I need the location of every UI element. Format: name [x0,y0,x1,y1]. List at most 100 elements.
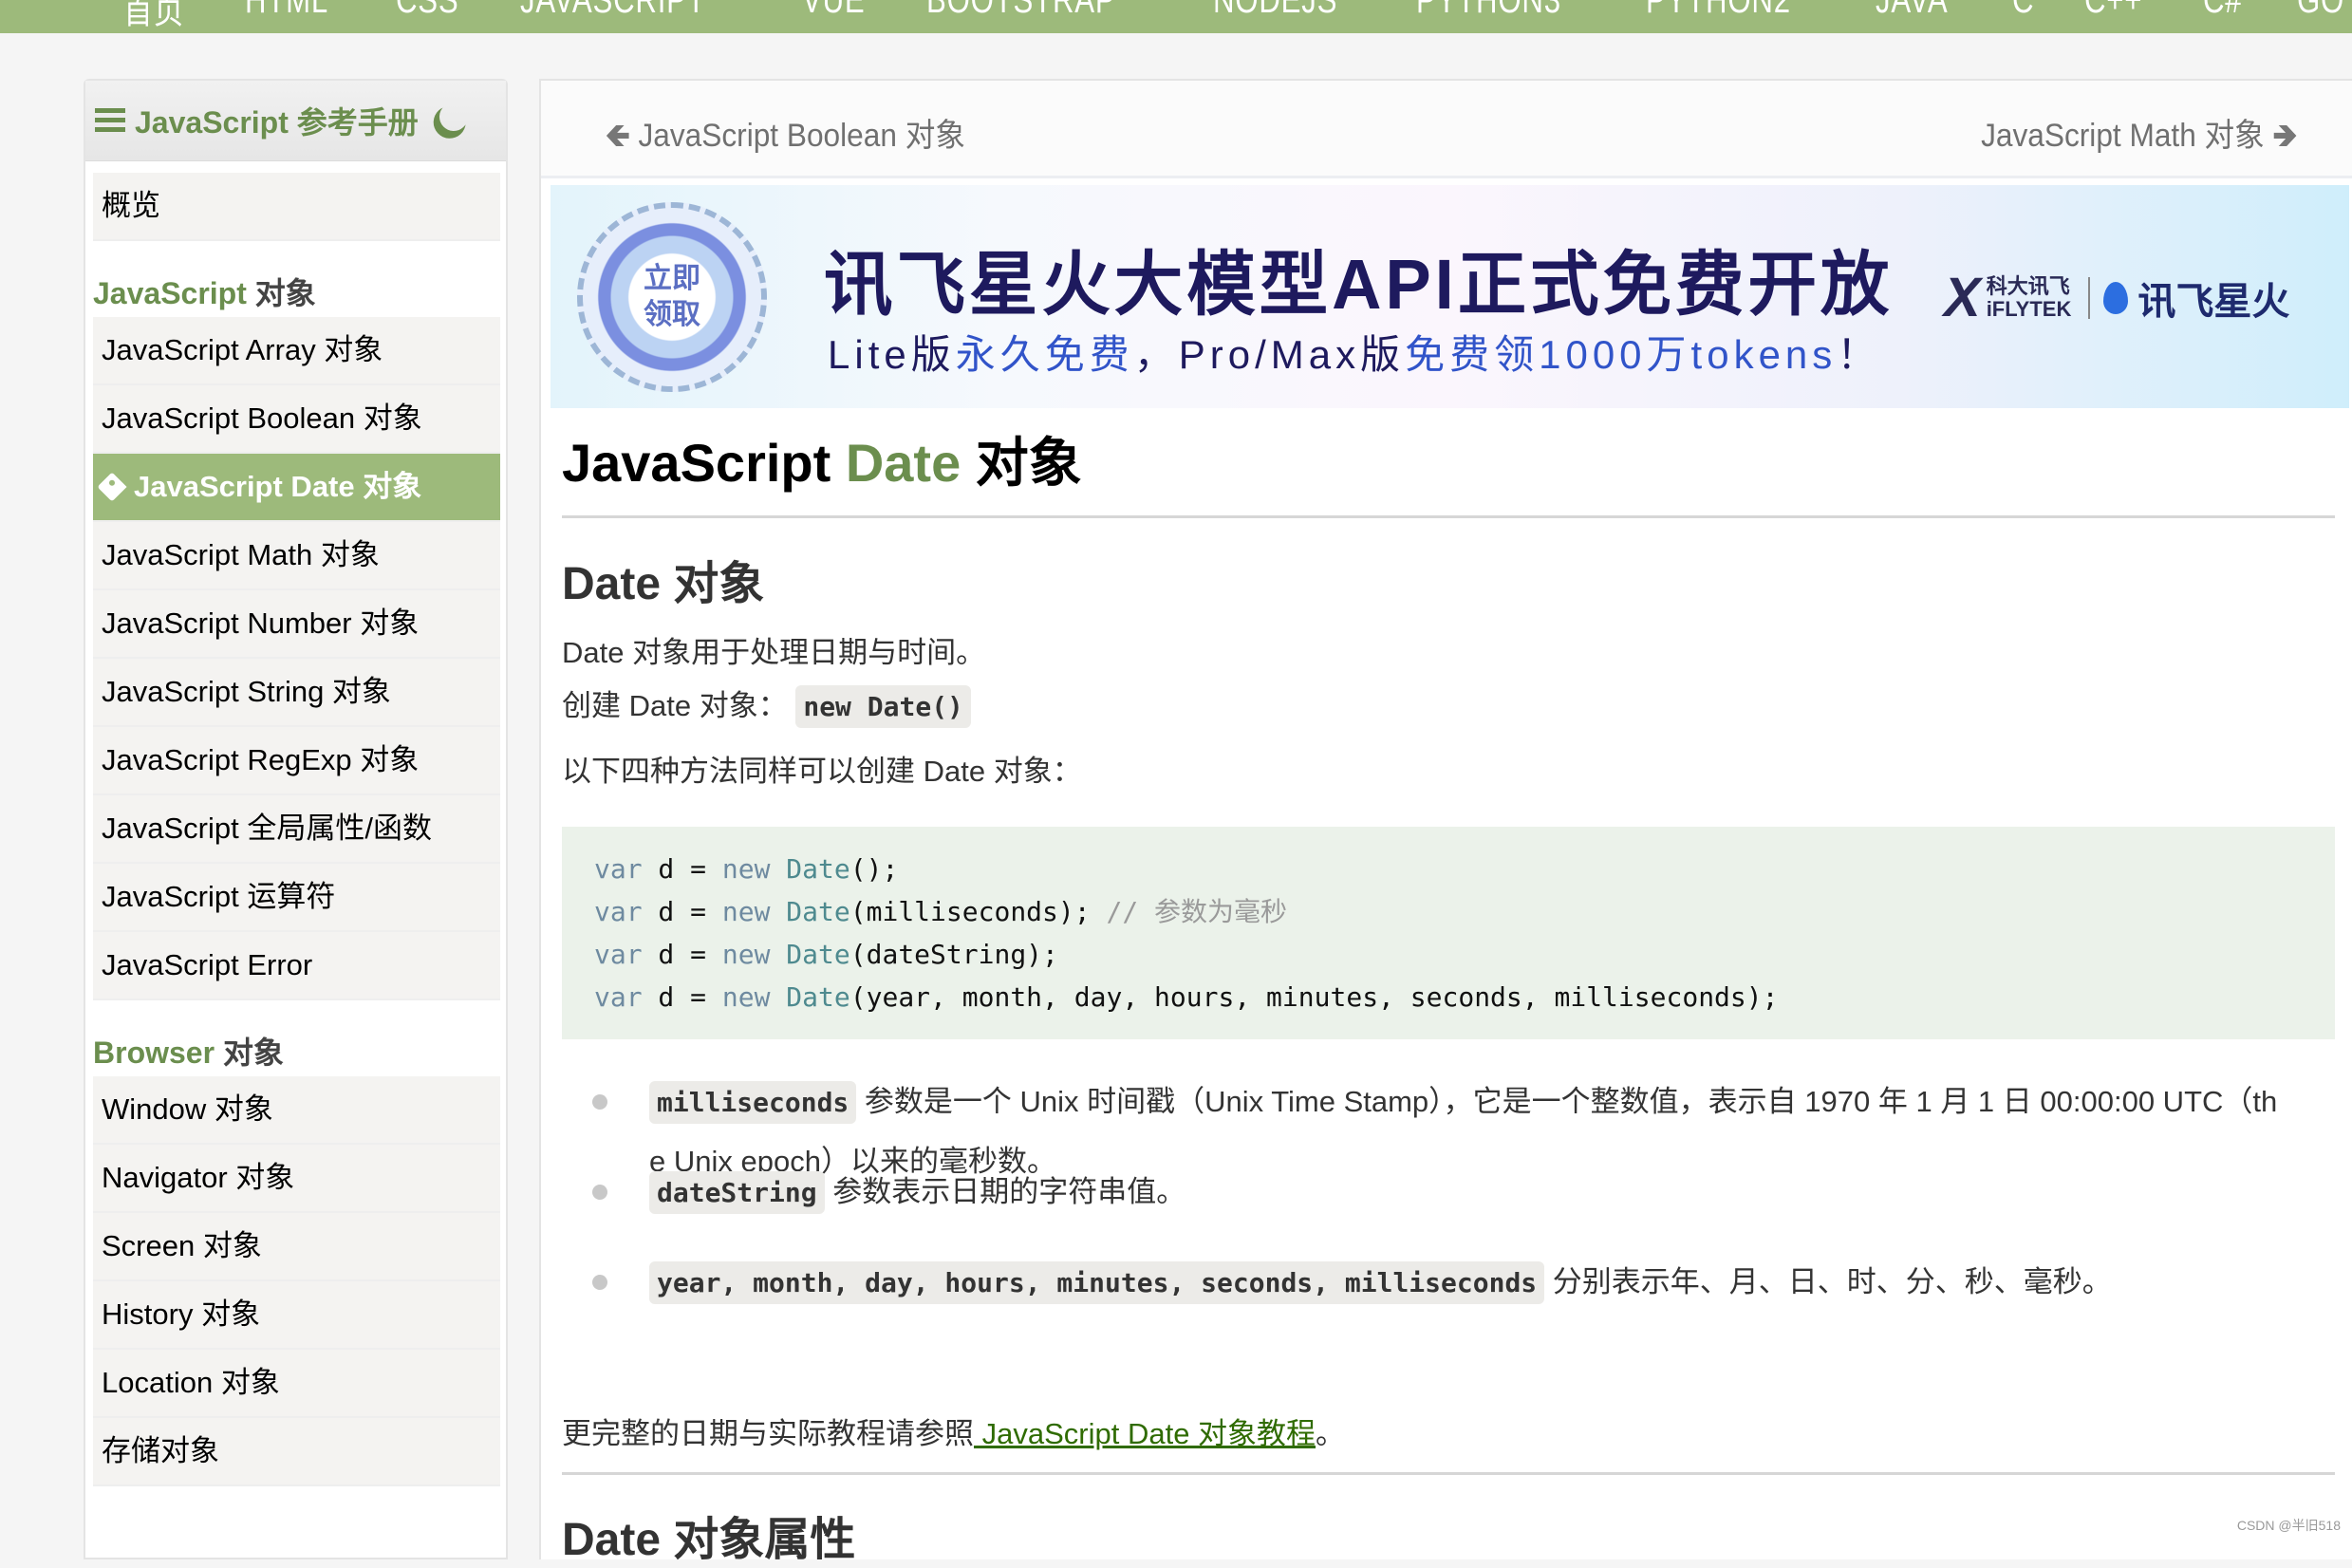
code-token: d = [642,939,722,970]
sidebar-item-label: Window 对象 [102,1092,273,1126]
ad-banner[interactable]: 立即 领取 讯飞星火大模型API正式免费开放 Lite版永久免费，Pro/Max… [551,185,2349,408]
top-nav-item[interactable]: C# [2203,0,2242,33]
title-part: JavaScript [562,433,846,493]
prev-page-label: JavaScript Boolean 对象 [638,118,965,154]
spark-drop-icon [2103,281,2129,314]
bullet-item: milliseconds 参数是一个 Unix 时间戳（Unix Time St… [649,1077,2278,1124]
divider [562,1472,2335,1475]
sidebar-item-label: JavaScript Number 对象 [102,607,420,640]
top-nav-item[interactable]: PYTHON3 [1416,0,1561,33]
sidebar-item[interactable]: JavaScript Array 对象 [93,317,500,385]
badge-line-2: 领取 [644,299,700,330]
sidebar: JavaScript 参考手册 概览 JavaScript 对象 JavaScri… [84,79,508,1559]
claim-badge[interactable]: 立即 领取 [577,202,767,392]
arrow-right-icon: 🡺 [2272,118,2297,154]
tag-icon [97,472,127,502]
banner-sub-part: ！ [1837,332,1882,377]
top-nav-item[interactable]: NODEJS [1213,0,1337,33]
sidebar-item-label: 存储对象 [102,1434,219,1467]
sidebar-item[interactable]: Navigator 对象 [93,1145,500,1213]
section-heading-properties: Date 对象属性 [562,1515,856,1565]
code-token: new [721,853,771,885]
logo-cn: 科大讯飞 [1986,273,2070,298]
date-tutorial-link[interactable]: JavaScript Date 对象教程 [974,1417,1316,1450]
section-heading-rest: 对象 [215,1036,284,1070]
bullet-item: year, month, day, hours, minutes, second… [649,1258,2112,1304]
code-token: new [721,981,771,1013]
title-part: 对象 [961,433,1082,493]
sidebar-item[interactable]: JavaScript Number 对象 [93,590,500,659]
prev-page-link[interactable]: 🡸 JavaScript Boolean 对象 [606,109,965,167]
sidebar-item[interactable]: History 对象 [93,1281,500,1350]
top-nav-item[interactable]: JAVA [1876,0,1949,33]
more-text-end: 。 [1316,1417,1346,1450]
code-token: Date [770,939,850,970]
sidebar-item-overview[interactable]: 概览 [93,173,500,241]
sidebar-item-label: JavaScript 运算符 [102,880,336,913]
sidebar-item[interactable]: JavaScript String 对象 [93,659,500,727]
sidebar-section-heading: JavaScript 对象 [93,241,506,317]
next-page-label: JavaScript Math 对象 [1980,118,2265,154]
top-nav-item[interactable]: 首页 [123,0,184,33]
sidebar-item[interactable]: JavaScript 全局属性/函数 [93,795,500,864]
code-line: var d = new Date(dateString); [594,933,2335,976]
methods-paragraph: 以下四种方法同样可以创建 Date 对象： [562,755,1082,788]
main-content: 🡸 JavaScript Boolean 对象 JavaScript Math … [539,79,2352,1565]
top-nav-item[interactable]: C [2012,0,2034,33]
sidebar-item[interactable]: Screen 对象 [93,1213,500,1281]
sidebar-item-label: JavaScript Array 对象 [102,333,383,366]
sidebar-list: 概览 JavaScript 对象 JavaScript Array 对象 JavaS… [85,161,506,1486]
logo-divider [2088,276,2091,319]
code-line: var d = new Date(); [594,848,2335,890]
logo-product: 讯飞星火 [2137,280,2290,323]
iflytek-logo: X 科大讯飞 iFLYTEK 讯飞星火 [1944,266,2289,329]
code-block[interactable]: var d = new Date(); var d = new Date(mill… [562,827,2335,1039]
top-nav-list: 首页 HTML CSS JAVASCRIPT VUE BOOTSTRAP NODEJS PYT… [123,0,2352,33]
bullet-item: dateString 参数表示日期的字符串值。 [649,1167,1185,1214]
top-nav-item[interactable]: VUE [802,0,865,33]
code-token: (milliseconds); [849,896,1091,927]
section-heading-accent: Browser [93,1036,215,1070]
sidebar-item[interactable]: Window 对象 [93,1076,500,1145]
sidebar-item[interactable]: Location 对象 [93,1350,500,1418]
code-token: Date [770,853,850,885]
title-accent: Date [845,433,961,493]
top-nav-item[interactable]: BOOTSTRAP [926,0,1115,33]
sidebar-item[interactable]: JavaScript Date 对象 [93,454,500,522]
next-page-link[interactable]: JavaScript Math 对象 🡺 [1981,109,2297,167]
sidebar-item-label: JavaScript 全局属性/函数 [102,812,432,845]
top-nav-item[interactable]: GO [2297,0,2344,33]
section-heading-rest: 对象 [246,276,316,310]
sidebar-item[interactable]: JavaScript Boolean 对象 [93,385,500,454]
sidebar-item[interactable]: 存储对象 [93,1418,500,1486]
inline-code: year, month, day, hours, minutes, second… [649,1261,1545,1304]
bullet-text: 参数是一个 Unix 时间戳（Unix Time Stamp），它是一个整数值，… [856,1085,2278,1118]
code-token: new [721,896,771,927]
sidebar-item-label: JavaScript Date 对象 [134,470,422,503]
bullet-dot-icon [592,1185,607,1200]
dark-mode-moon-icon[interactable] [436,99,472,135]
top-nav-item[interactable]: CSS [396,0,458,33]
sidebar-item-label: JavaScript Error [102,948,313,981]
sidebar-item[interactable]: JavaScript Error [93,932,500,1000]
sidebar-item-label: Location 对象 [102,1366,280,1399]
code-line: var d = new Date(year, month, day, hours… [594,976,2335,1018]
section-heading-date: Date 对象 [562,559,765,609]
code-token: // 参数为毫秒 [1090,896,1288,927]
create-text: 创建 Date 对象： [562,689,788,722]
sidebar-item[interactable]: JavaScript RegExp 对象 [93,727,500,795]
banner-sub-part: ，Pro/Max版 [1133,332,1406,377]
create-paragraph: 创建 Date 对象： new Date() [562,681,971,728]
code-token: d = [642,896,722,927]
code-token: Date [770,896,850,927]
top-nav-item[interactable]: PYTHON2 [1646,0,1791,33]
sidebar-item[interactable]: JavaScript 运算符 [93,864,500,932]
sidebar-header: JavaScript 参考手册 [85,81,506,161]
top-nav-item[interactable]: C++ [2084,0,2142,33]
logo-en: iFLYTEK [1986,296,2072,321]
sidebar-item[interactable]: JavaScript Math 对象 [93,522,500,590]
badge-line-1: 立即 [644,263,700,294]
top-nav-item[interactable]: HTML [245,0,328,33]
top-nav-item[interactable]: JAVASCRIPT [520,0,706,33]
code-token: var [594,896,643,927]
